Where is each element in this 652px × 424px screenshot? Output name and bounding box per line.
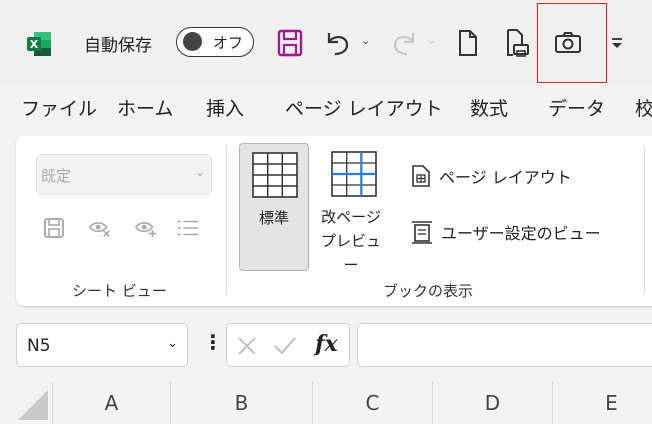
page-layout-view-button[interactable]: ページ レイアウト [411,162,572,190]
name-box[interactable]: N5 ⌄ [16,323,188,367]
tab-home[interactable]: ホーム [117,94,173,121]
column-header-e[interactable]: E [552,382,652,424]
cancel-icon[interactable] [237,336,257,356]
normal-view-label: 標準 [258,209,289,227]
autosave-toggle-state: オフ [213,34,244,52]
group-separator [226,146,227,294]
custom-views-icon [412,221,432,244]
highlight-rectangle [537,3,607,83]
insert-function-button[interactable]: fx [315,331,338,357]
normal-view-button[interactable]: 標準 [239,143,309,271]
sheet-view-select[interactable]: 既定 ⌄ [36,154,212,195]
customize-qat-icon[interactable] [604,27,630,59]
save-icon[interactable] [274,27,306,59]
chevron-down-icon: ⌄ [194,165,205,179]
ribbon-panel: 既定 ⌄ シート ビュー 標準 改ページ プレビュー ページ レイアウト ユーザ… [16,136,652,306]
formula-input[interactable] [357,323,652,367]
tab-review[interactable]: 校 [635,94,652,121]
formula-buttons: fx [226,323,350,367]
svg-text:X: X [30,38,39,51]
page-break-preview-button[interactable]: 改ページ プレビュー [316,143,386,274]
select-all-button[interactable] [16,388,50,422]
keep-view-icon[interactable] [42,216,66,240]
redo-icon[interactable] [388,27,420,59]
formula-bar-resize-handle[interactable]: ⋮ [203,330,223,354]
workbook-views-group-label: ブックの表示 [383,282,474,300]
chevron-down-icon: ⌄ [167,336,178,351]
custom-views-label: ユーザー設定のビュー [441,224,601,243]
name-box-value: N5 [27,336,51,356]
ribbon-tabs: ファイル ホーム 挿入 ページ レイアウト 数式 データ 校 [0,94,652,128]
page-layout-label: ページ レイアウト [439,168,572,187]
page-break-label-1: 改ページ [321,208,381,226]
column-header-b[interactable]: B [170,382,312,424]
options-list-icon[interactable] [176,216,200,240]
exit-view-icon[interactable] [88,216,112,240]
column-header-a[interactable]: A [52,382,170,424]
page-break-label-2: プレビュー [320,232,381,274]
column-header-d[interactable]: D [432,382,552,424]
page-layout-icon [412,165,430,187]
enter-checkmark-icon[interactable] [273,336,297,356]
tab-file[interactable]: ファイル [21,94,97,121]
autosave-label: 自動保存 [84,36,152,56]
tab-data[interactable]: データ [548,94,605,121]
tab-insert[interactable]: 挿入 [206,94,244,121]
sheet-view-value: 既定 [41,167,72,185]
tab-formulas[interactable]: 数式 [470,94,508,121]
grid-icon [252,152,298,198]
toggle-knob [183,32,202,51]
redo-dropdown-icon[interactable]: ⌄ [427,34,436,47]
column-header-c[interactable]: C [312,382,432,424]
tab-page-layout[interactable]: ページ レイアウト [285,94,443,121]
page-break-icon [331,151,377,197]
group-separator [644,146,645,294]
autosave-toggle[interactable]: オフ [176,27,254,57]
column-header-row: A B C D E [0,382,652,424]
print-preview-icon[interactable] [502,27,534,59]
undo-dropdown-icon[interactable]: ⌄ [361,34,370,47]
new-view-icon[interactable] [134,216,158,240]
sheet-view-group-label: シート ビュー [72,282,167,300]
excel-logo-icon: X [26,31,52,57]
new-file-icon[interactable] [452,27,484,59]
undo-icon[interactable] [322,27,354,59]
custom-views-button[interactable]: ユーザー設定のビュー [411,218,601,246]
